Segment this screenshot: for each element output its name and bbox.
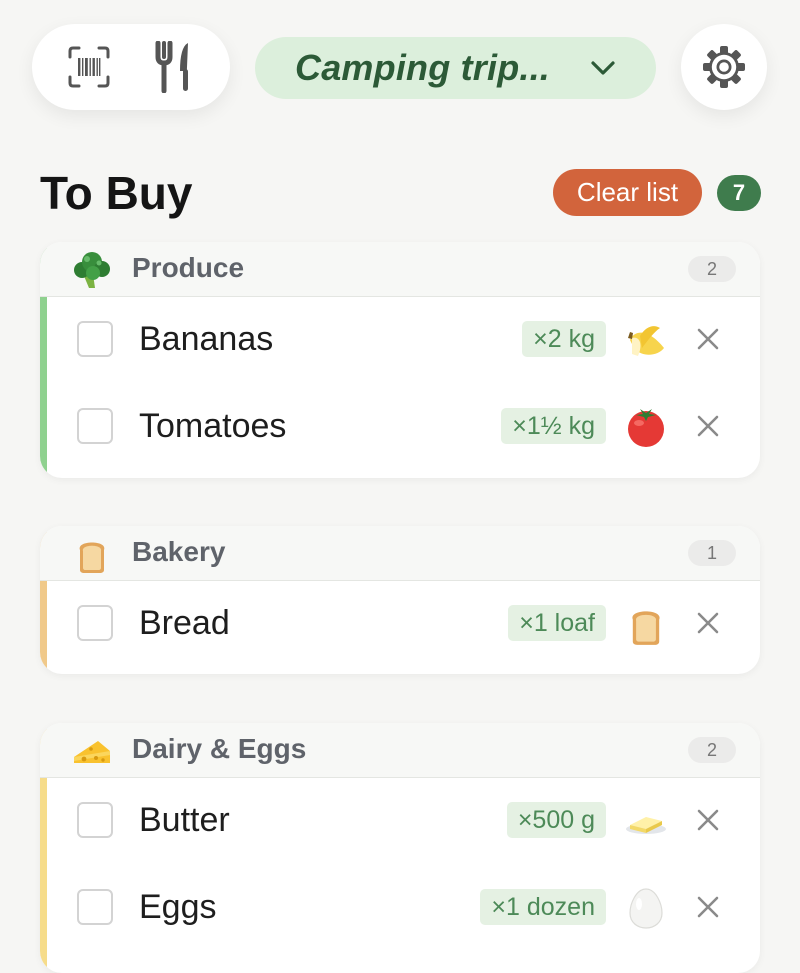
- item-quantity[interactable]: ×500 g: [506, 802, 606, 838]
- remove-item-icon[interactable]: [694, 609, 722, 637]
- item-quantity[interactable]: ×2 kg: [522, 321, 606, 357]
- section-count-badge: 2: [688, 737, 736, 763]
- section-bakery: Bakery 1 Bread ×1 loaf: [40, 526, 760, 674]
- recipes-button[interactable]: [146, 39, 202, 95]
- item-checkbox[interactable]: [77, 802, 113, 838]
- section-header[interactable]: Produce 2: [40, 242, 760, 297]
- section-count-badge: 2: [688, 256, 736, 282]
- gear-icon: [703, 46, 745, 88]
- item-name: Eggs: [139, 888, 217, 926]
- section-dairy-eggs: Dairy & Eggs 2 Butter ×500 g Eggs ×1 doz…: [40, 723, 760, 973]
- list-name: Camping trip...: [295, 47, 550, 88]
- item-quantity[interactable]: ×1 dozen: [480, 889, 606, 925]
- item-name: Tomatoes: [139, 407, 287, 445]
- item-quantity[interactable]: ×1 loaf: [508, 605, 606, 641]
- banana-icon: [628, 326, 664, 356]
- butter-icon: [626, 817, 666, 834]
- clear-list-button[interactable]: Clear list: [553, 169, 702, 216]
- bread-icon: [632, 611, 660, 645]
- item-quantity[interactable]: ×1½ kg: [501, 408, 606, 444]
- item-name: Butter: [139, 801, 230, 839]
- remove-item-icon[interactable]: [694, 893, 722, 921]
- remove-item-icon[interactable]: [694, 412, 722, 440]
- top-bar: Camping trip...: [0, 0, 800, 140]
- cheese-icon: [74, 741, 110, 763]
- list-item[interactable]: Tomatoes ×1½ kg: [40, 384, 760, 471]
- item-checkbox[interactable]: [77, 889, 113, 925]
- section-title: Dairy & Eggs: [132, 733, 307, 764]
- section-title: Bakery: [132, 536, 226, 567]
- list-item[interactable]: Bananas ×2 kg: [40, 297, 760, 384]
- section-title: Produce: [132, 252, 245, 283]
- item-name: Bread: [139, 604, 230, 642]
- egg-icon: [629, 888, 663, 929]
- broccoli-icon: [74, 252, 110, 288]
- bread-icon: [79, 542, 105, 573]
- scan-button[interactable]: [61, 39, 117, 95]
- remove-item-icon[interactable]: [694, 806, 722, 834]
- list-item[interactable]: Butter ×500 g: [40, 778, 760, 865]
- barcode-scan-icon: [68, 46, 109, 88]
- list-item[interactable]: Eggs ×1 dozen: [40, 865, 760, 952]
- settings-button[interactable]: [681, 24, 767, 110]
- chevron-down-icon: [591, 61, 615, 75]
- tool-pill: [32, 24, 230, 110]
- section-produce: Produce 2 Bananas ×2 kg Tomatoes ×1½ kg: [40, 242, 760, 478]
- remove-item-icon[interactable]: [694, 325, 722, 353]
- list-selector-dropdown[interactable]: Camping trip...: [255, 37, 656, 99]
- section-header[interactable]: Dairy & Eggs 2: [40, 723, 760, 778]
- tomato-icon: [628, 409, 664, 447]
- item-checkbox[interactable]: [77, 408, 113, 444]
- fork-knife-icon: [155, 41, 188, 93]
- section-header[interactable]: Bakery 1: [40, 526, 760, 581]
- total-count-badge: 7: [717, 175, 761, 211]
- item-name: Bananas: [139, 320, 274, 358]
- item-checkbox[interactable]: [77, 321, 113, 357]
- page-title: To Buy: [40, 167, 193, 219]
- list-item[interactable]: Bread ×1 loaf: [40, 581, 760, 668]
- section-count-badge: 1: [688, 540, 736, 566]
- item-checkbox[interactable]: [77, 605, 113, 641]
